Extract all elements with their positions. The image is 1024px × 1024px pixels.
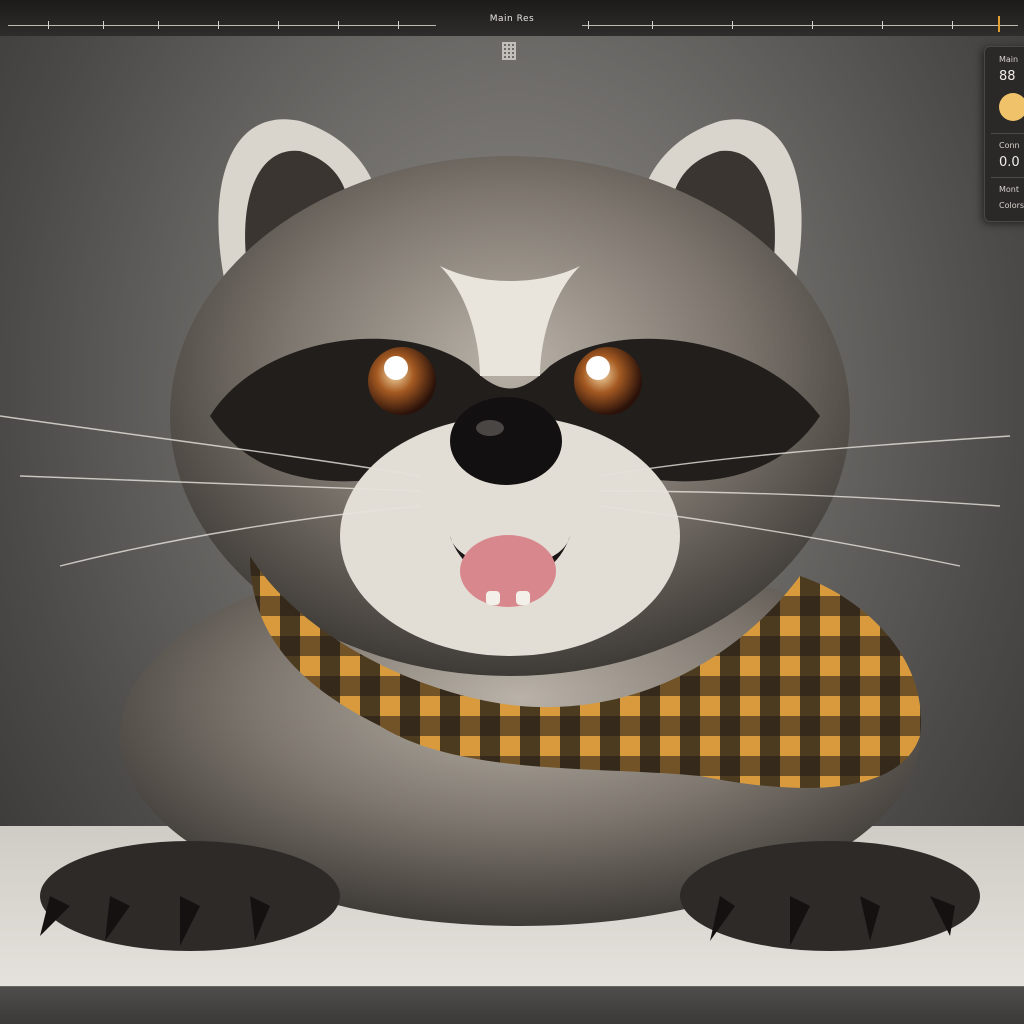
panel-label-mont[interactable]: Mont [999, 185, 1019, 194]
raccoon-eye-right [574, 347, 642, 415]
raccoon-nose [450, 397, 562, 485]
bottom-bar [0, 986, 1024, 1024]
timeline-ruler-right[interactable] [582, 21, 1018, 29]
color-swatch[interactable] [999, 93, 1024, 121]
timeline-ruler-left[interactable] [8, 21, 436, 29]
raccoon-eye-left [368, 347, 436, 415]
raccoon-paw-right [680, 841, 980, 951]
panel-value-main[interactable]: 88 [999, 69, 1016, 84]
raccoon-paw-left [40, 841, 340, 951]
viewport: Main Res Main 88 Conn 0.0 Mont Colors [0, 0, 1024, 1024]
panel-label-main: Main [999, 55, 1019, 64]
properties-panel: Main 88 Conn 0.0 Mont Colors [984, 46, 1024, 222]
photo-canvas [0, 119, 1024, 996]
panel-label-colors[interactable]: Colors [999, 201, 1024, 210]
panel-value-conn[interactable]: 0.0 [999, 155, 1020, 170]
top-toolbar: Main Res [0, 0, 1024, 36]
document-title: Main Res [489, 14, 535, 24]
panel-label-conn: Conn [999, 141, 1020, 150]
